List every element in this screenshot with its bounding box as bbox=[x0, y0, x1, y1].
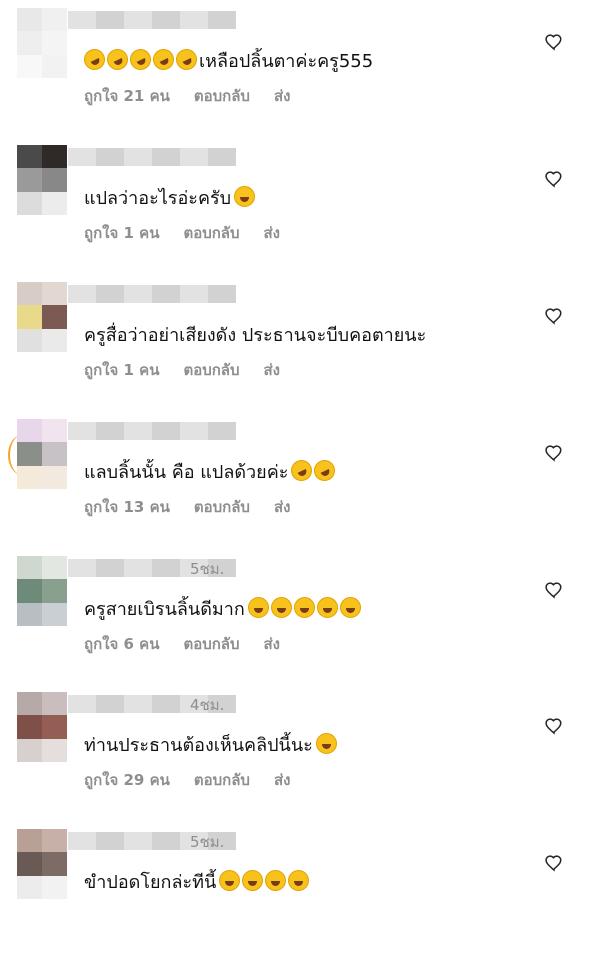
likes-count[interactable]: ถูกใจ 13 คน bbox=[84, 498, 170, 516]
reply-button[interactable]: ตอบกลับ bbox=[194, 771, 250, 789]
send-button[interactable]: ส่ง bbox=[274, 87, 290, 105]
comment-body: ครูสายเบิรนลิ้นดีมาก bbox=[84, 599, 245, 620]
heart-outline-icon bbox=[545, 855, 562, 872]
laughing-emoji-icon bbox=[247, 597, 269, 618]
reply-button[interactable]: ตอบกลับ bbox=[183, 635, 239, 653]
heart-outline-icon bbox=[545, 171, 562, 188]
heart-outline-icon bbox=[545, 582, 562, 599]
send-button[interactable]: ส่ง bbox=[264, 635, 280, 653]
rofl-emoji-icon bbox=[310, 456, 339, 485]
likes-count[interactable]: ถูกใจ 29 คน bbox=[84, 771, 170, 789]
laughing-emoji-icon bbox=[234, 186, 256, 207]
heart-icon[interactable] bbox=[544, 306, 564, 326]
heart-icon[interactable] bbox=[544, 169, 564, 189]
heart-outline-icon bbox=[545, 445, 562, 462]
laughing-emoji-icon bbox=[339, 597, 361, 618]
laughing-emoji-icon bbox=[265, 870, 287, 891]
likes-count[interactable]: ถูกใจ 21 คน bbox=[84, 87, 170, 105]
avatar[interactable] bbox=[17, 556, 67, 626]
likes-count[interactable]: ถูกใจ 6 คน bbox=[84, 635, 159, 653]
heart-icon[interactable] bbox=[544, 716, 564, 736]
comment-body: แปลว่าอะไรอ่ะครับ bbox=[84, 188, 232, 209]
comment-text: ท่านประธานต้องเห็นคลิปนี้นะ bbox=[84, 730, 339, 759]
comment-body: ครูสื่อว่าอย่าเสียงดัง ประธานจะบีบคอตายน… bbox=[84, 325, 427, 346]
laughing-emoji-icon bbox=[288, 870, 310, 891]
comment-body: ท่านประธานต้องเห็นคลิปนี้นะ bbox=[84, 735, 313, 756]
avatar[interactable] bbox=[17, 145, 67, 215]
rofl-emoji-icon bbox=[287, 456, 316, 485]
comment-actions: ถูกใจ 1 คน ตอบกลับ ส่ง bbox=[84, 221, 304, 245]
likes-count[interactable]: ถูกใจ 1 คน bbox=[84, 361, 159, 379]
comment-actions: ถูกใจ 1 คน ตอบกลับ ส่ง bbox=[84, 358, 304, 382]
laughing-emoji-icon bbox=[293, 597, 315, 618]
comment-time: 5ชม. bbox=[190, 560, 225, 578]
avatar[interactable] bbox=[17, 692, 67, 762]
reply-button[interactable]: ตอบกลับ bbox=[194, 498, 250, 516]
comment-time: 5ชม. bbox=[190, 833, 225, 851]
heart-icon[interactable] bbox=[544, 443, 564, 463]
heart-icon[interactable] bbox=[544, 580, 564, 600]
reply-button[interactable]: ตอบกลับ bbox=[183, 361, 239, 379]
heart-outline-icon bbox=[545, 718, 562, 735]
laughing-emoji-icon bbox=[315, 733, 337, 754]
avatar[interactable] bbox=[17, 8, 67, 78]
rofl-emoji-icon bbox=[103, 45, 132, 74]
username-blurred[interactable] bbox=[68, 11, 236, 29]
comment-item: ครูสื่อว่าอย่าเสียงดัง ประธานจะบีบคอตายน… bbox=[0, 278, 600, 415]
comment-text: แปลว่าอะไรอ่ะครับ bbox=[84, 183, 257, 212]
heart-icon[interactable] bbox=[544, 853, 564, 873]
laughing-emoji-icon bbox=[270, 597, 292, 618]
username-blurred[interactable] bbox=[68, 148, 236, 166]
rofl-emoji-icon bbox=[172, 45, 201, 74]
comment-text: ครูสายเบิรนลิ้นดีมาก bbox=[84, 594, 363, 623]
rofl-emoji-icon bbox=[126, 45, 155, 74]
comment-actions: ถูกใจ 6 คน ตอบกลับ ส่ง bbox=[84, 632, 304, 656]
comment-text: ครูสื่อว่าอย่าเสียงดัง ประธานจะบีบคอตายน… bbox=[84, 320, 426, 349]
reply-button[interactable]: ตอบกลับ bbox=[183, 224, 239, 242]
comment-actions: ถูกใจ 29 คน ตอบกลับ ส่ง bbox=[84, 768, 314, 792]
comment-time: 4ชม. bbox=[190, 696, 225, 714]
heart-outline-icon bbox=[545, 34, 562, 51]
comment-item: 5ชม. ครูสายเบิรนลิ้นดีมากถูกใจ 6 คน ตอบกลั… bbox=[0, 552, 600, 689]
comment-text: ขำปอดโยกล่ะทีนี้ bbox=[84, 867, 311, 896]
comment-actions: ถูกใจ 21 คน ตอบกลับ ส่ง bbox=[84, 84, 314, 108]
send-button[interactable]: ส่ง bbox=[264, 361, 280, 379]
laughing-emoji-icon bbox=[242, 870, 264, 891]
laughing-emoji-icon bbox=[219, 870, 241, 891]
username-blurred[interactable] bbox=[68, 285, 236, 303]
send-button[interactable]: ส่ง bbox=[274, 498, 290, 516]
username-blurred[interactable] bbox=[68, 422, 236, 440]
comment-body: ขำปอดโยกล่ะทีนี้ bbox=[84, 872, 217, 893]
comment-actions: ถูกใจ 13 คน ตอบกลับ ส่ง bbox=[84, 495, 314, 519]
avatar[interactable] bbox=[17, 282, 67, 352]
comment-text: แลบลิ้นนั้น คือ แปลด้วยค่ะ bbox=[84, 456, 339, 486]
comment-item: แปลว่าอะไรอ่ะครับถูกใจ 1 คน ตอบกลับ ส่ง bbox=[0, 141, 600, 278]
rofl-emoji-icon bbox=[149, 45, 178, 74]
send-button[interactable]: ส่ง bbox=[264, 224, 280, 242]
reply-button[interactable]: ตอบกลับ bbox=[194, 87, 250, 105]
send-button[interactable]: ส่ง bbox=[274, 771, 290, 789]
comment-body: เหลือปลิ้นตาค่ะครู555 bbox=[199, 51, 374, 72]
comment-item: 4ชม. ท่านประธานต้องเห็นคลิปนี้นะถูกใจ 29 … bbox=[0, 688, 600, 825]
comment-text: เหลือปลิ้นตาค่ะครู555 bbox=[80, 45, 374, 75]
comment-item: เหลือปลิ้นตาค่ะครู555 ถูกใจ 21 คน ตอบกลับ ส… bbox=[0, 4, 600, 141]
avatar[interactable] bbox=[17, 829, 67, 899]
rofl-emoji-icon bbox=[80, 45, 109, 74]
likes-count[interactable]: ถูกใจ 1 คน bbox=[84, 224, 159, 242]
comment-item: แลบลิ้นนั้น คือ แปลด้วยค่ะถูกใจ 13 คน ตอบ… bbox=[0, 415, 600, 552]
laughing-emoji-icon bbox=[316, 597, 338, 618]
heart-icon[interactable] bbox=[544, 32, 564, 52]
comment-body: แลบลิ้นนั้น คือ แปลด้วยค่ะ bbox=[84, 462, 289, 483]
comment-item: 5ชม. ขำปอดโยกล่ะทีนี้ bbox=[0, 825, 600, 962]
heart-outline-icon bbox=[545, 308, 562, 325]
avatar[interactable] bbox=[17, 419, 67, 489]
